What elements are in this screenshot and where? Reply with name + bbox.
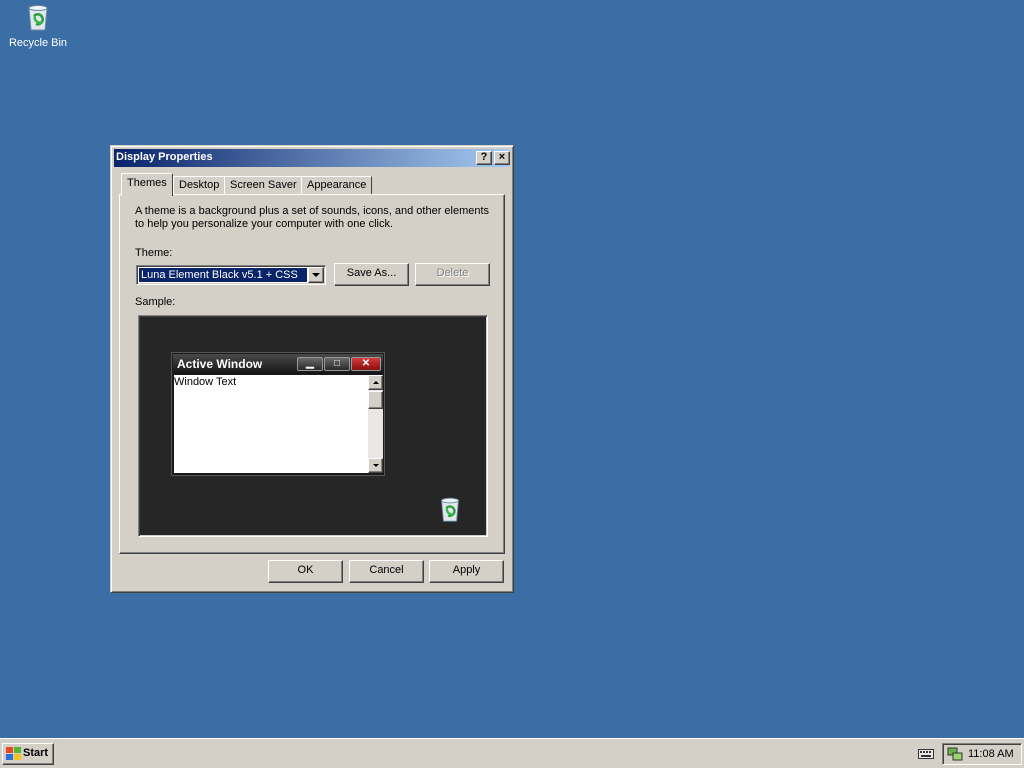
start-button[interactable]: Start [2,743,54,765]
close-icon: × [498,151,506,163]
recycle-bin-icon [441,497,459,522]
window-title: Display Properties [116,151,213,163]
sample-window-title: Active Window [177,357,263,371]
delete-label: Delete [436,267,469,279]
desktop-icon-label: Recycle Bin [8,37,68,49]
theme-label: Theme: [135,247,173,259]
save-as-button[interactable]: Save As... [334,263,409,286]
dropdown-arrow-button[interactable] [308,267,324,283]
save-as-label: Save As... [346,267,397,279]
clock[interactable]: 11:08 AM [968,748,1014,760]
theme-sample-preview: Active Window ▁ □ ✕ Window Text [138,315,488,537]
title-bar[interactable]: Display Properties ? × [114,149,510,167]
tab-themes[interactable]: Themes [121,173,173,196]
sample-window-client: Window Text [174,375,368,473]
sample-maximize-icon: □ [324,357,350,371]
sample-scrollbar [368,375,383,473]
scroll-up-icon [368,375,383,390]
help-button[interactable]: ? [476,151,492,165]
apply-label: Apply [452,564,481,576]
tab-label: Desktop [179,179,220,191]
desktop-icon-recycle-bin[interactable]: Recycle Bin [4,2,72,49]
tab-screen-saver[interactable]: Screen Saver [224,176,303,196]
cancel-button[interactable]: Cancel [349,560,424,583]
tab-desktop[interactable]: Desktop [173,176,226,196]
network-icon[interactable] [947,747,963,762]
theme-description: to help you personalize your computer wi… [135,218,394,230]
theme-description: A theme is a background plus a set of so… [135,205,490,217]
sample-label: Sample: [135,296,176,308]
delete-button[interactable]: Delete [415,263,490,286]
sample-title-bar: Active Window ▁ □ ✕ [173,354,383,374]
sample-active-window: Active Window ▁ □ ✕ Window Text [171,352,385,476]
display-properties-dialog: Display Properties ? × Themes Desktop Sc… [110,145,514,593]
scroll-thumb [368,391,383,409]
keyboard-icon[interactable] [918,748,934,760]
theme-dropdown[interactable]: Luna Element Black v5.1 + CSS [136,265,326,285]
tab-label: Appearance [307,179,367,191]
tab-label: Screen Saver [230,179,297,191]
theme-dropdown-value: Luna Element Black v5.1 + CSS [139,268,307,282]
tab-appearance[interactable]: Appearance [301,176,373,196]
scroll-down-icon [368,458,383,473]
start-label: Start [23,747,49,759]
chevron-down-icon [312,273,320,277]
tab-label: Themes [127,177,167,189]
cancel-label: Cancel [369,564,404,576]
ok-label: OK [297,564,314,576]
taskbar: Start 11:08 AM [0,738,1024,768]
apply-button[interactable]: Apply [429,560,504,583]
recycle-bin-icon [28,5,48,31]
sample-window-text: Window Text [174,376,237,388]
sample-minimize-icon: ▁ [297,357,323,371]
help-icon: ? [480,151,488,163]
themes-tab-panel: A theme is a background plus a set of so… [119,194,505,554]
close-button[interactable]: × [494,151,510,165]
sample-close-icon: ✕ [351,357,381,371]
system-tray: 11:08 AM [942,743,1022,765]
ok-button[interactable]: OK [268,560,343,583]
windows-logo-icon [6,747,21,760]
